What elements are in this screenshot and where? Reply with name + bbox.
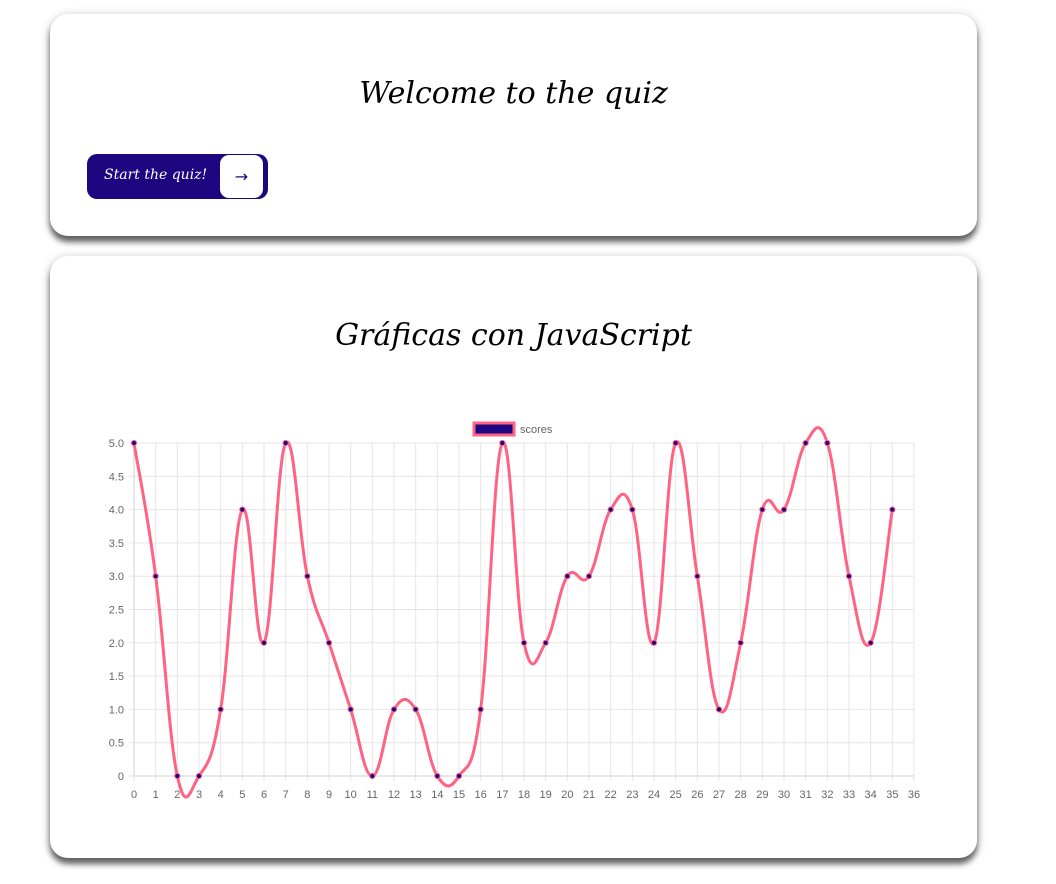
y-tick-label: 3.5 [109,538,124,550]
x-tick-label: 5 [239,789,245,801]
x-tick-label: 21 [583,789,595,801]
scores-point [520,639,528,646]
y-tick-label: 0 [118,771,124,783]
start-quiz-button[interactable]: Start the quiz! → [87,154,268,199]
x-tick-label: 32 [821,789,833,801]
x-tick-label: 17 [496,789,508,801]
y-tick-label: 4.0 [109,505,124,517]
legend-label: scores [520,424,553,436]
scores-point [130,439,138,447]
x-tick-label: 26 [691,789,703,801]
scores-point [780,506,788,513]
scores-point [152,573,159,580]
x-tick-label: 11 [367,789,378,801]
x-tick-label: 28 [735,789,747,801]
scores-point [759,506,766,513]
x-tick-label: 4 [218,789,224,801]
scores-point [195,772,203,780]
scores-point [694,573,701,580]
y-tick-label: 2.5 [109,605,124,617]
x-tick-label: 0 [131,789,137,801]
x-tick-label: 2 [174,789,180,801]
scores-point [325,639,333,646]
scores-point [282,439,289,447]
x-tick-label: 19 [540,789,552,801]
scores-point [499,439,506,447]
x-tick-label: 22 [605,789,617,801]
y-tick-label: 0.5 [109,738,124,750]
x-tick-label: 25 [670,789,682,801]
x-tick-label: 7 [283,789,289,801]
scores-point [390,706,398,713]
scores-series-line [132,426,894,799]
scores-point [629,506,636,513]
x-tick-label: 29 [756,789,768,801]
scores-point [650,639,658,646]
chart-card: Gráficas con JavaScript 0 1 2 3 4 5 6 7 8 9 10 11 12… [50,256,977,858]
y-tick-label: 2.0 [109,638,124,650]
scores-point [455,772,463,780]
y-tick-label: 4.5 [109,471,124,483]
x-tick-label: 33 [843,789,855,801]
scores-point [369,772,376,780]
y-tick-label: 1.0 [109,704,124,716]
scores-point [715,706,723,713]
scores-point [260,639,268,646]
scores-point [564,573,571,580]
x-tick-label: 20 [561,789,573,801]
x-tick-label: 9 [326,789,332,801]
scores-point [737,639,744,646]
quiz-title: Welcome to the quiz [359,76,668,111]
arrow-right-icon: → [220,155,263,198]
scores-point [347,706,354,713]
x-tick-label: 3 [196,789,202,801]
y-tick-label: 1.5 [109,671,124,683]
scores-point [867,639,874,646]
x-tick-label: 31 [800,789,812,801]
x-tick-label: 1 [153,789,159,801]
x-tick-label: 10 [345,789,357,801]
x-tick-label: 30 [778,789,790,801]
scores-point [672,439,679,447]
x-tick-label: 34 [865,789,877,801]
legend-swatch [472,421,516,437]
scores-point [802,439,809,447]
x-tick-label: 16 [475,789,487,801]
scores-line-chart: 0 1 2 3 4 5 6 7 8 9 10 11 12 13 14 15 16 17 18 19 20 21 22 23 24… [109,421,920,801]
x-tick-label: 15 [453,789,465,801]
scores-point [542,639,549,646]
scores-point [174,772,181,780]
y-tick-label: 5.0 [109,438,124,450]
x-tick-label: 14 [431,789,443,801]
x-tick-label: 8 [304,789,310,801]
x-tick-label: 12 [388,789,400,801]
x-tick-label: 18 [518,789,530,801]
x-tick-label: 35 [886,789,898,801]
x-tick-label: 23 [626,789,638,801]
scores-point [434,772,441,780]
scores-point [412,706,419,713]
x-tick-label: 13 [410,789,422,801]
quiz-card: Welcome to the quiz Start the quiz! → [50,14,977,236]
x-tick-label: 36 [908,789,920,801]
scores-point [239,506,246,513]
scores-point [585,573,593,580]
scores-point [889,506,896,513]
scores-point [824,439,831,447]
y-tick-label: 3.0 [109,571,124,583]
x-tick-label: 6 [261,789,267,801]
scores-point [845,573,853,580]
scores-point [304,573,311,580]
x-tick-label: 27 [713,789,725,801]
scores-point [607,506,614,513]
scores-point [477,706,484,713]
x-tick-label: 24 [648,789,660,801]
scores-point [217,706,224,713]
start-quiz-label: Start the quiz! [104,167,208,183]
